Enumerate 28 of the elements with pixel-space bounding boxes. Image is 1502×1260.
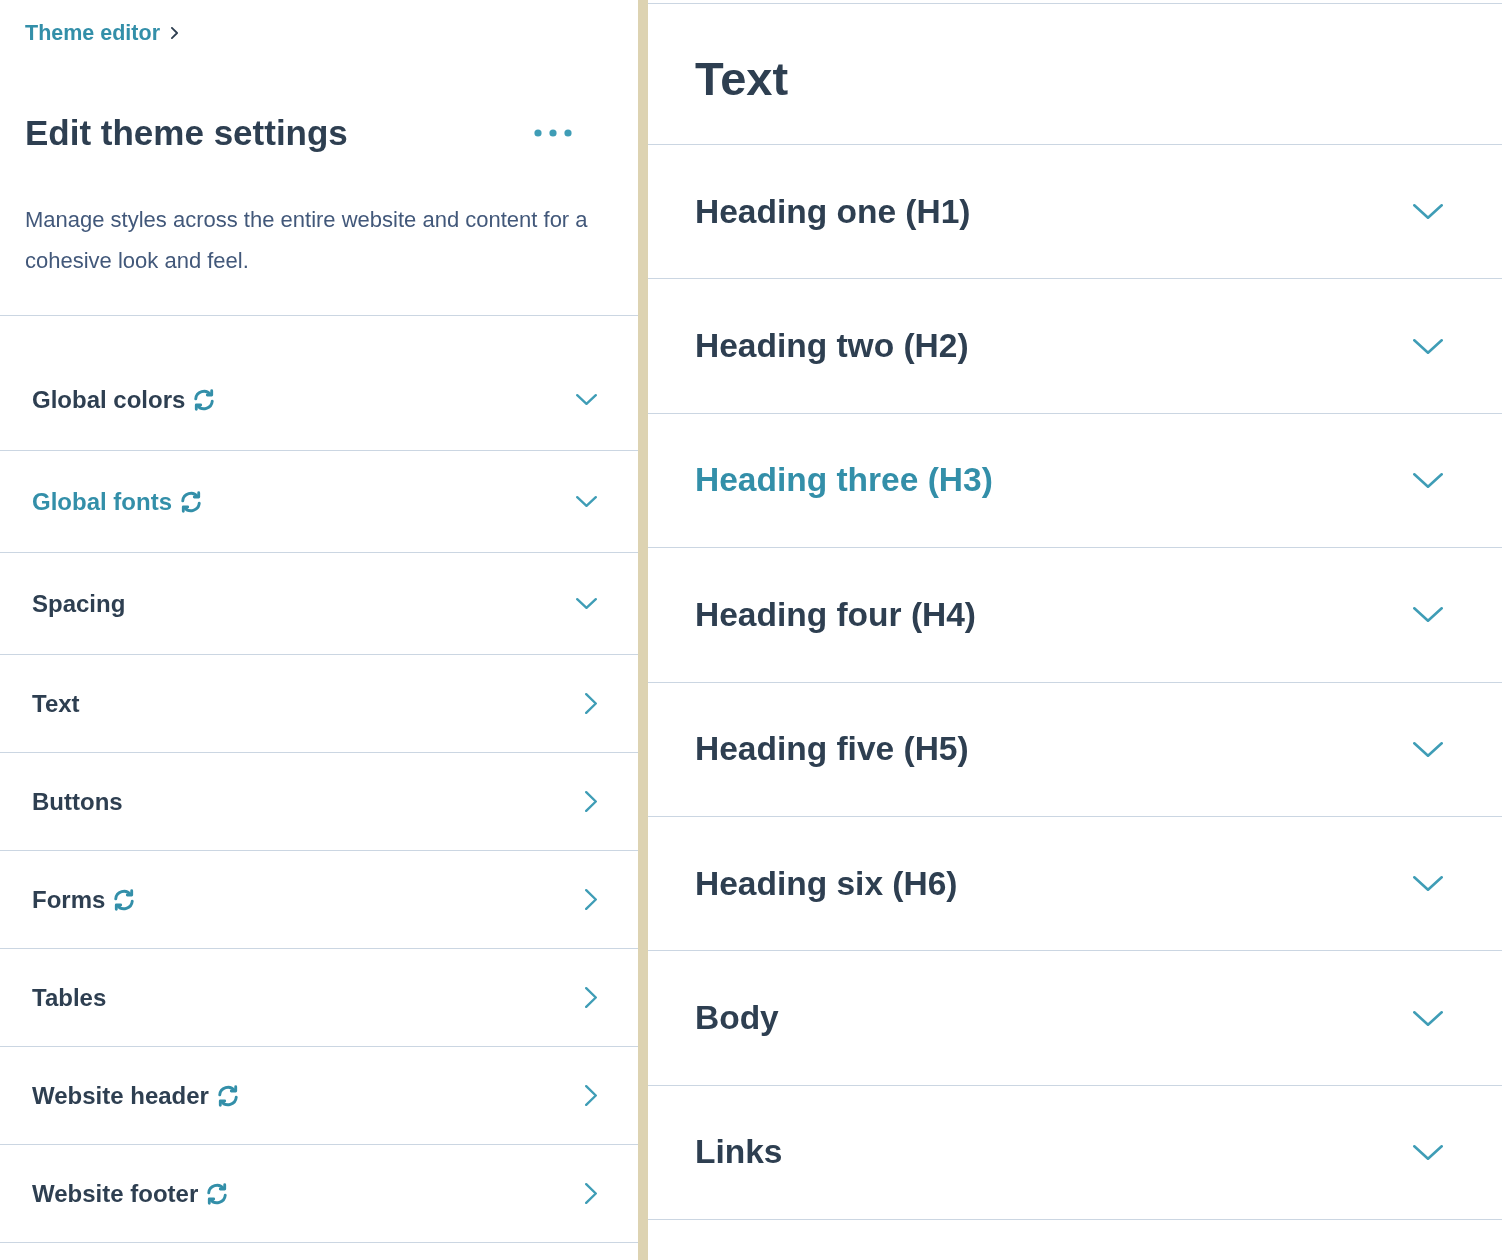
sync-icon (206, 1182, 229, 1205)
panel-description: Manage styles across the entire website and content for a cohesive look and feel. (25, 206, 589, 275)
chevron-down-icon (576, 496, 597, 507)
chevron-down-icon (576, 394, 597, 405)
breadcrumb-link[interactable]: Theme editor (25, 20, 178, 46)
sync-icon (113, 888, 136, 911)
sync-icon (216, 1084, 239, 1107)
chevron-down-icon (1413, 1144, 1443, 1160)
chevron-down-icon (1413, 741, 1443, 757)
chevron-right-icon (585, 791, 597, 812)
chevron-down-icon (1413, 204, 1443, 220)
chevron-right-icon (585, 1183, 597, 1204)
chevron-down-icon (1413, 607, 1443, 623)
sync-icon (193, 388, 216, 411)
more-dots-icon (534, 129, 572, 137)
panel-title: Edit theme settings (25, 113, 348, 153)
chevron-right-icon (585, 889, 597, 910)
chevron-down-icon (576, 598, 597, 609)
chevron-down-icon (1413, 472, 1443, 488)
chevron-right-icon (585, 987, 597, 1008)
chevron-right-icon (585, 1085, 597, 1106)
sync-icon (180, 490, 202, 513)
section-title: Text (695, 52, 789, 106)
chevron-right-icon (171, 27, 178, 39)
chevron-down-icon (1413, 338, 1443, 354)
chevron-right-icon (585, 693, 597, 714)
chevron-down-icon (1413, 876, 1443, 892)
chevron-down-icon (1413, 1010, 1443, 1026)
